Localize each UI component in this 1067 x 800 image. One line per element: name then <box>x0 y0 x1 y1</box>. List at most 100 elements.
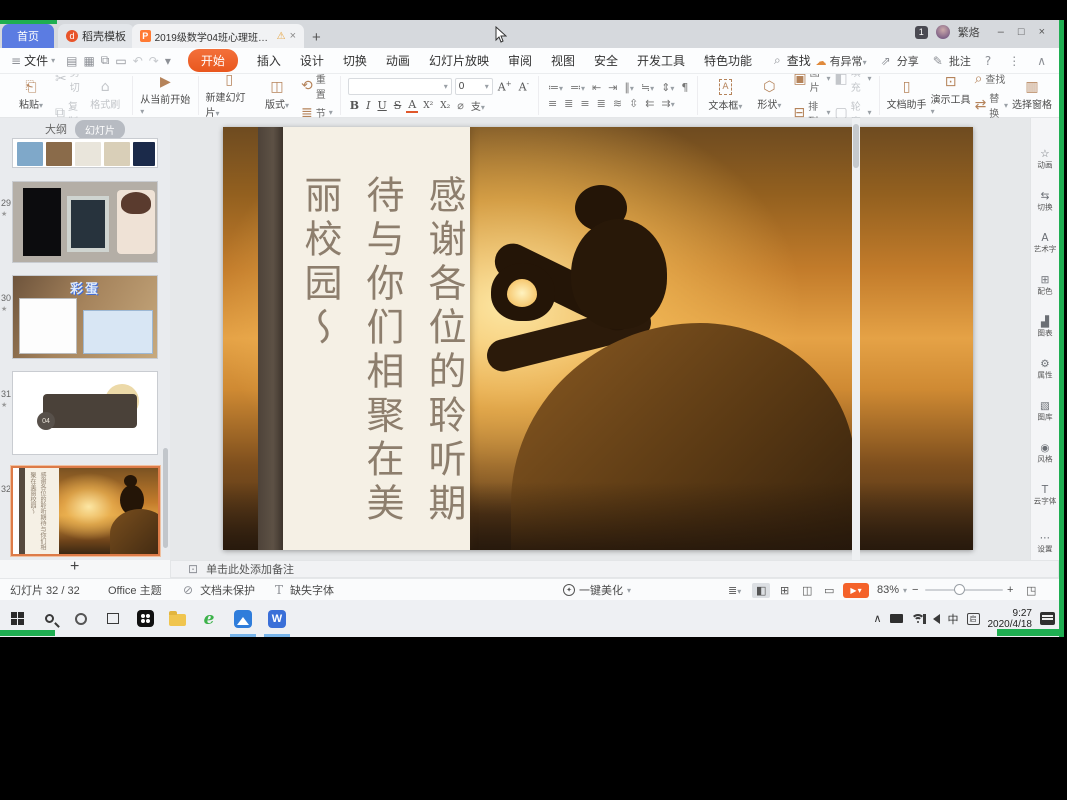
shape-button[interactable]: ⬡ 形状▾ <box>749 80 789 111</box>
superscript-button[interactable]: X² <box>421 101 435 111</box>
comment-button[interactable]: ✎ 批注 <box>930 53 971 69</box>
zoom-in-button[interactable]: + <box>1007 579 1013 601</box>
selection-pane-button[interactable]: ▥ 选择窗格 <box>1012 80 1052 111</box>
menu-insert[interactable]: 插入 <box>257 52 281 69</box>
play-from-current-button[interactable]: ▶ 从当前开始▾ <box>140 75 190 117</box>
speaker-icon[interactable] <box>933 614 940 624</box>
tab-home[interactable]: 首页 <box>2 24 54 48</box>
bold-button[interactable]: B <box>348 99 361 112</box>
slide-thumb-31[interactable]: 04 <box>12 371 158 455</box>
phonetic-guide-button[interactable]: 支▾ <box>469 98 487 113</box>
menu-special-features[interactable]: 特色功能 <box>704 52 752 69</box>
slide-thumb-30[interactable]: 彩蛋 <box>12 275 158 359</box>
new-tab-button[interactable]: + <box>312 29 321 46</box>
hamburger-icon[interactable]: ≡ <box>11 54 21 68</box>
maximize-button[interactable]: □ <box>1018 26 1025 38</box>
sidebar-color-scheme[interactable]: ⊞ 配色 <box>1032 275 1059 297</box>
undo-icon[interactable]: ↶ <box>133 54 143 68</box>
reset-button[interactable]: ⟲ 重置 <box>301 71 333 101</box>
view-sorter[interactable]: ⊞ <box>776 579 793 601</box>
align-left-icon[interactable]: ≡ <box>546 97 559 110</box>
line-spacing-icon[interactable]: ⇕▾ <box>659 81 676 94</box>
cortana-button[interactable] <box>66 600 96 637</box>
ime-keyboard-icon[interactable]: 启 <box>967 613 980 625</box>
menu-slideshow[interactable]: 幻灯片放映 <box>429 52 489 69</box>
sidebar-style[interactable]: ◉ 风格 <box>1032 443 1059 465</box>
increase-indent-icon[interactable]: ⇥ <box>606 81 619 94</box>
preview-icon[interactable]: ▭ <box>115 54 126 68</box>
play-slideshow-button[interactable]: ▶▾ <box>843 579 869 601</box>
menu-security[interactable]: 安全 <box>594 52 618 69</box>
view-reading[interactable]: ◫ <box>798 579 816 601</box>
sidebar-chart[interactable]: ▟ 图表 <box>1032 317 1059 339</box>
present-tools-button[interactable]: ⊡ 演示工具▾ <box>931 75 971 117</box>
menu-home[interactable]: 开始 <box>188 49 238 72</box>
sidebar-settings[interactable]: ⋯ 设置 <box>1032 533 1059 555</box>
menu-developer[interactable]: 开发工具 <box>637 52 685 69</box>
panel-scrollbar[interactable] <box>163 448 168 548</box>
font-family-combo[interactable]: ▾ <box>348 78 452 95</box>
distribute-icon[interactable]: ≋ <box>611 97 624 110</box>
grow-font-button[interactable]: A+ <box>496 80 514 94</box>
sidebar-cloud-fonts[interactable]: T 云字体 <box>1032 485 1059 507</box>
close-button[interactable]: × <box>1039 26 1045 38</box>
zoom-out-button[interactable]: − <box>912 579 918 601</box>
taskbar-app-netdisk[interactable] <box>228 600 258 637</box>
export-icon[interactable]: ⧉ <box>101 53 110 68</box>
view-slideshow[interactable]: ▭ <box>820 579 838 601</box>
user-name[interactable]: 繁烙 <box>958 24 980 40</box>
columns-icon[interactable]: ∥▾ <box>622 81 636 94</box>
redo-icon[interactable]: ↷ <box>149 54 159 68</box>
new-slide-button[interactable]: ▯ 新建幻灯片▾ <box>206 73 254 119</box>
tab-docer[interactable]: d 稻壳模板 <box>58 24 134 48</box>
text-direction-icon[interactable]: ≒▾ <box>639 81 656 94</box>
font-color-button[interactable]: A <box>406 98 418 113</box>
internet-explorer-button[interactable]: e <box>194 600 224 637</box>
fit-to-window-button[interactable]: ◳ <box>1022 579 1040 601</box>
italic-button[interactable]: I <box>364 99 372 112</box>
underline-button[interactable]: U <box>375 99 388 112</box>
view-normal[interactable]: ◧ <box>752 579 770 601</box>
strikethrough-button[interactable]: S <box>392 99 404 112</box>
share-button[interactable]: ⇗ 分享 <box>878 53 919 69</box>
align-center-icon[interactable]: ≣ <box>562 97 575 110</box>
sidebar-transition[interactable]: ⇆ 切换 <box>1032 191 1059 213</box>
zoom-level[interactable]: 83%▾ <box>877 579 907 601</box>
shrink-font-button[interactable]: A- <box>517 80 531 94</box>
add-slide-button[interactable]: + <box>70 558 79 576</box>
user-avatar[interactable] <box>936 25 950 39</box>
display-tray-icon[interactable] <box>890 614 903 623</box>
slide-thumb-29[interactable] <box>12 181 158 263</box>
action-center-icon[interactable] <box>1040 612 1055 625</box>
sidebar-properties[interactable]: ⚙ 属性 <box>1032 359 1059 381</box>
tab-slides[interactable]: 幻灯片 <box>75 120 125 139</box>
show-hidden-icons[interactable]: ∧ <box>873 612 881 625</box>
more-menu-icon[interactable]: ⋮ <box>1008 54 1020 68</box>
sidebar-gallery[interactable]: ▧ 图库 <box>1032 401 1059 423</box>
file-menu[interactable]: 文件 ▾ <box>24 52 55 69</box>
menu-design[interactable]: 设计 <box>300 52 324 69</box>
replace-button[interactable]: ⇄ 替换▾ <box>975 90 1008 120</box>
print-icon[interactable]: ▦ <box>83 54 94 68</box>
menu-view[interactable]: 视图 <box>551 52 575 69</box>
protection-status[interactable]: ⊘ 文档未保护 <box>180 579 255 601</box>
notes-toggle[interactable]: ≣▾ <box>724 579 745 601</box>
clock[interactable]: 9:27 2020/4/18 <box>988 608 1033 630</box>
save-icon[interactable]: ▤ <box>66 54 77 68</box>
cloud-sync-status[interactable]: ☁ 有异常▾ <box>816 53 867 69</box>
clear-format-icon[interactable]: ⌀ <box>455 99 466 112</box>
align-right-icon[interactable]: ≡ <box>578 97 591 110</box>
paste-button[interactable]: ⎗ 粘贴▾ <box>11 80 51 111</box>
doc-assistant-button[interactable]: ▯ 文档助手 <box>887 80 927 111</box>
input-language[interactable]: 中 <box>948 611 959 627</box>
slide-title-text[interactable]: 感谢各位的聆听期待与你们相聚在美丽校园～ <box>289 175 475 547</box>
help-icon[interactable]: ? <box>985 54 991 68</box>
main-scrollbar[interactable] <box>852 118 860 560</box>
slide-thumb-32-selected[interactable]: 感谢各位的聆听期待与你们相聚在美丽校园～ <box>11 466 160 556</box>
taskbar-app-wps[interactable] <box>262 600 292 637</box>
menu-find[interactable]: ⌕ 查找 <box>771 52 811 69</box>
indent-left-icon[interactable]: ⇇ <box>643 97 656 110</box>
justify-icon[interactable]: ≣ <box>595 97 608 110</box>
indent-right-icon[interactable]: ⇉▾ <box>659 97 676 110</box>
more-caret-icon[interactable]: ▾ <box>165 54 171 68</box>
